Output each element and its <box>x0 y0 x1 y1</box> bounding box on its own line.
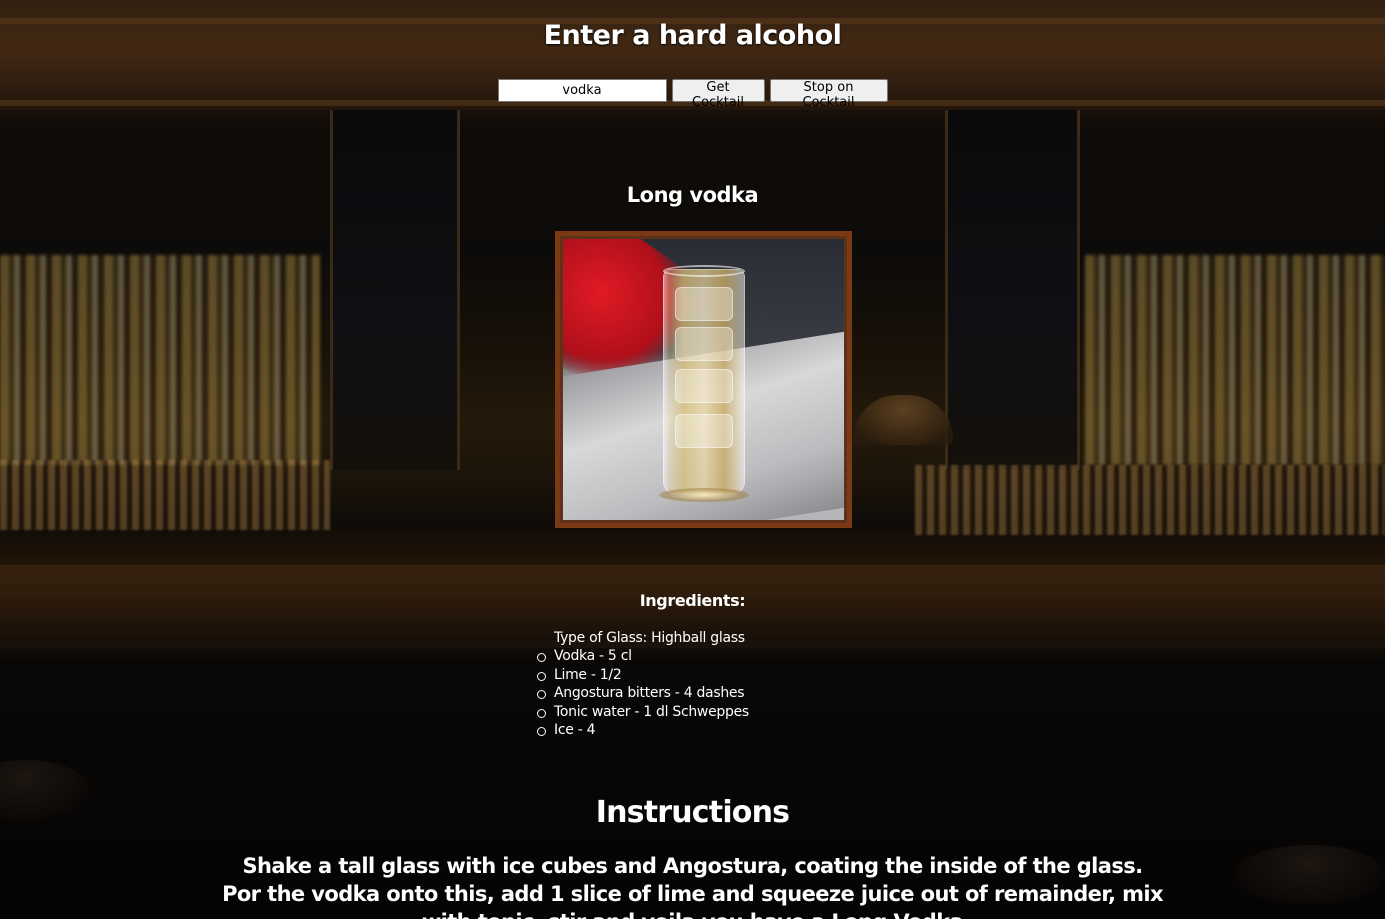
ice-cube <box>675 369 733 403</box>
drink-name: Long vodka <box>626 183 759 207</box>
page-title: Enter a hard alcohol <box>543 20 842 51</box>
get-cocktail-button[interactable]: Get Cocktail <box>671 79 765 110</box>
ingredient-item: Vodka - 5 cl <box>537 647 749 665</box>
page-content: Enter a hard alcohol Get Cocktail Stop o… <box>0 0 1385 919</box>
ice-cube <box>675 414 733 448</box>
search-bar: Get Cocktail Stop on Cocktail <box>0 79 1385 110</box>
ingredient-item: Angostura bitters - 4 dashes <box>537 684 749 702</box>
ice-cube <box>675 287 733 321</box>
instructions-text: Shake a tall glass with ice cubes and An… <box>222 854 1163 919</box>
alcohol-input[interactable] <box>497 79 667 102</box>
drink-image <box>555 231 852 528</box>
ingredient-item: Tonic water - 1 dl Schweppes <box>537 703 749 720</box>
ingredient-item: Ice - 4 <box>537 721 749 739</box>
glass-type: Type of Glass: Highball glass <box>554 630 745 646</box>
glass-base <box>659 488 749 502</box>
highball-glass <box>659 265 749 502</box>
ingredient-list: Vodka - 5 cl Lime - 1/2 Angostura bitter… <box>537 647 749 739</box>
stop-on-cocktail-button[interactable]: Stop on Cocktail <box>769 79 888 110</box>
ingredients-heading: Ingredients: <box>639 591 746 610</box>
instructions-heading: Instructions <box>595 795 790 830</box>
ice-cube <box>675 327 733 361</box>
ingredients-section: Type of Glass: Highball glass Vodka - 5 … <box>537 629 749 739</box>
drink-photo <box>563 239 844 520</box>
ingredient-item: Lime - 1/2 <box>537 666 749 684</box>
glass-rim <box>663 265 745 277</box>
